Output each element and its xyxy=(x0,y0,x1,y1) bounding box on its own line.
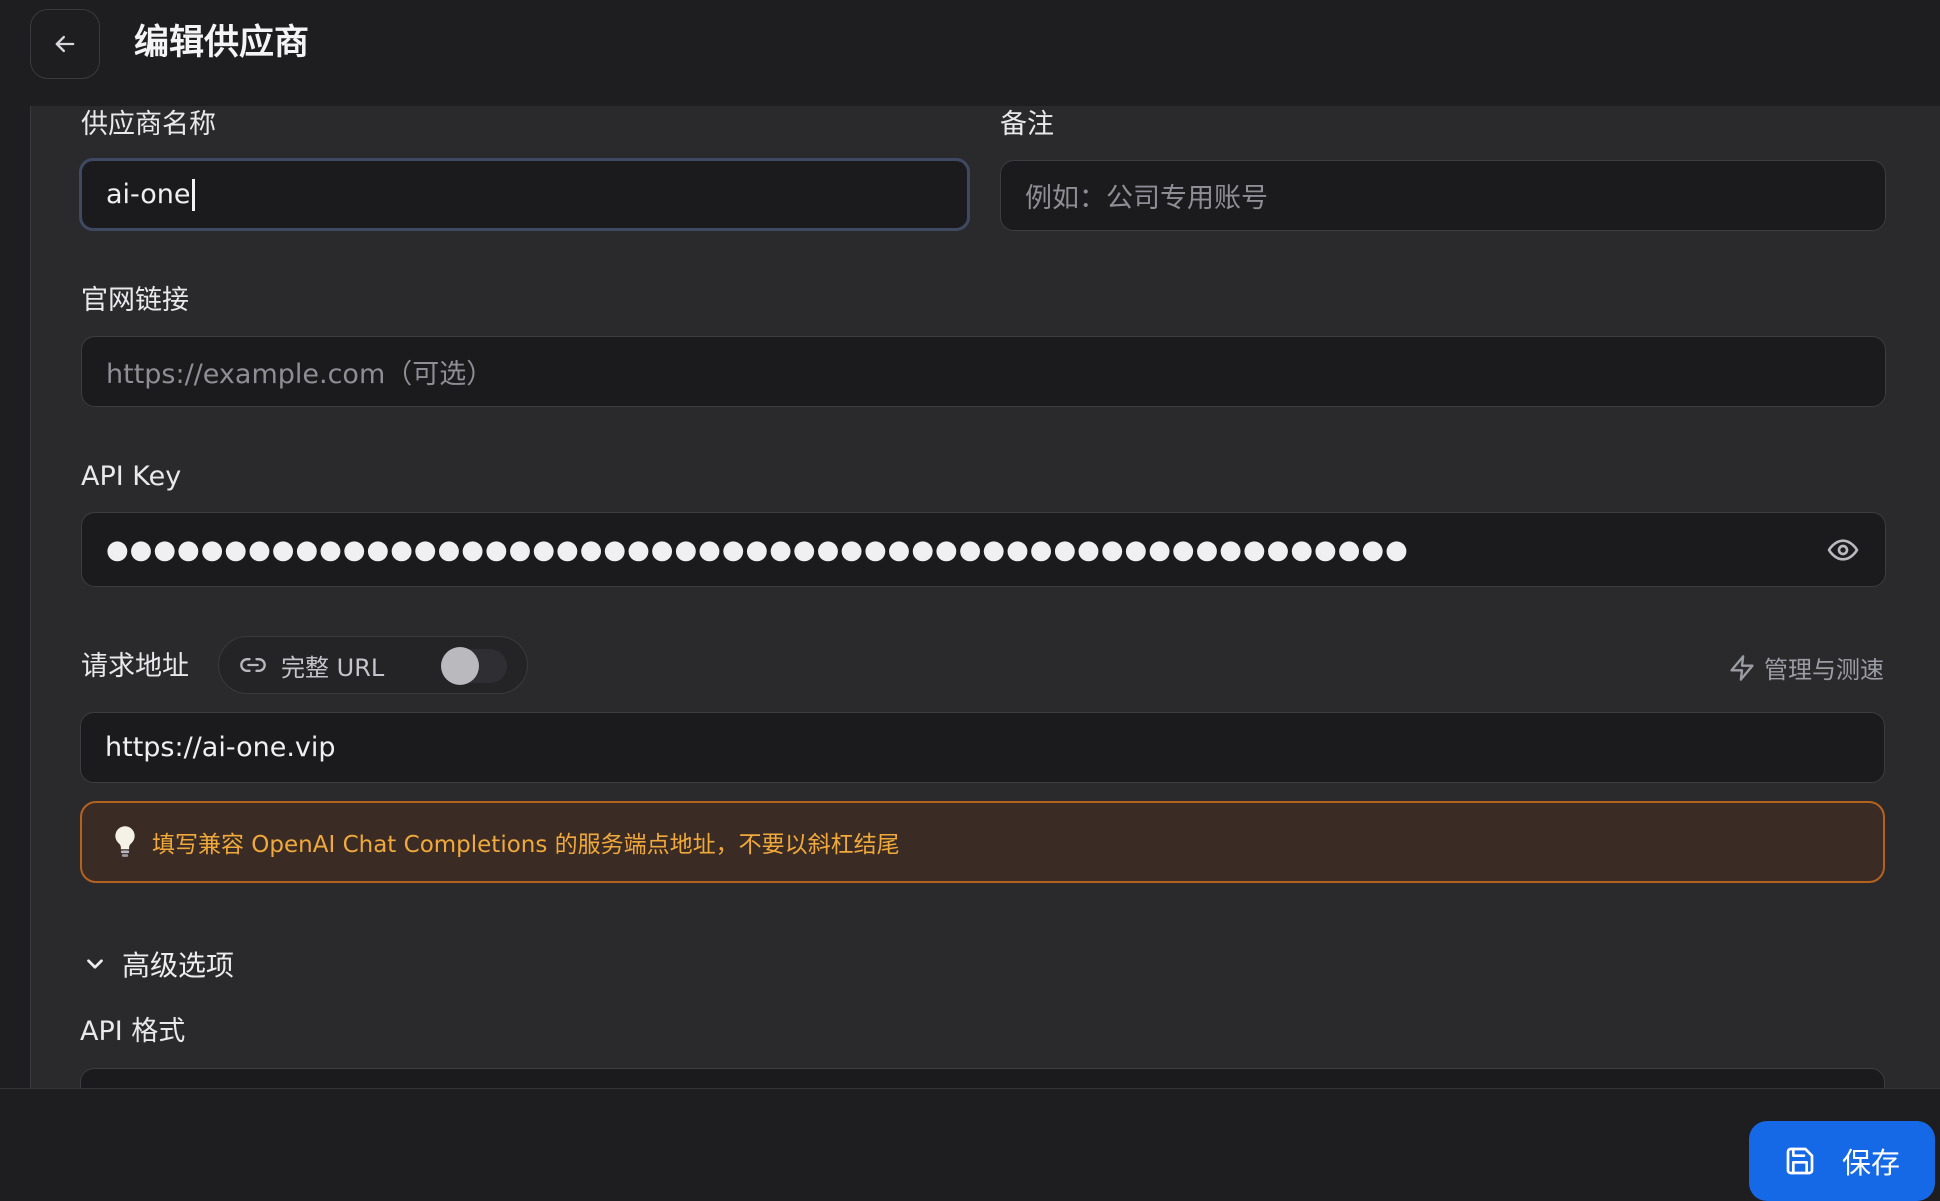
lightning-icon xyxy=(1730,654,1754,681)
advanced-options-toggle[interactable]: 高级选项 xyxy=(82,944,234,984)
footer-bar xyxy=(0,1088,1940,1191)
api-format-select[interactable] xyxy=(80,1068,1885,1088)
full-url-label: 完整 URL xyxy=(281,653,385,682)
manage-speedtest-label: 管理与测速 xyxy=(1764,656,1884,684)
endpoint-hint-text: 填写兼容 OpenAI Chat Completions 的服务端点地址，不要以… xyxy=(152,832,900,858)
note-input[interactable]: 例如：公司专用账号 xyxy=(1000,160,1886,231)
provider-name-value: ai-one xyxy=(106,179,191,210)
chevron-down-icon xyxy=(87,959,103,969)
endpoint-value: https://ai-one.vip xyxy=(105,732,336,763)
full-url-switch[interactable] xyxy=(441,647,507,685)
arrow-left-icon xyxy=(55,35,75,53)
advanced-options-label: 高级选项 xyxy=(122,949,235,982)
save-button[interactable]: 保存 xyxy=(1749,1121,1935,1201)
header-bar: 编辑供应商 xyxy=(0,0,1940,106)
website-placeholder: https://example.com（可选） xyxy=(106,359,494,390)
note-label: 备注 xyxy=(1000,109,1054,140)
full-url-toggle-group[interactable]: 完整 URL xyxy=(218,636,528,694)
eye-icon[interactable] xyxy=(1827,534,1859,566)
api-key-input[interactable]: ●●●●●●●●●●●●●●●●●●●●●●●●●●●●●●●●●●●●●●●●… xyxy=(81,512,1886,587)
provider-name-input[interactable]: ai-one xyxy=(79,158,970,231)
endpoint-label: 请求地址 xyxy=(81,651,189,682)
text-caret xyxy=(191,178,195,211)
website-input[interactable]: https://example.com（可选） xyxy=(81,336,1886,407)
back-button[interactable] xyxy=(30,9,100,79)
page-title: 编辑供应商 xyxy=(134,23,310,63)
manage-speedtest-button[interactable]: 管理与测速 xyxy=(1728,650,1884,685)
lightbulb-icon xyxy=(115,826,135,857)
form-panel: 供应商名称 ai-one 备注 例如：公司专用账号 官网链接 https://e… xyxy=(30,106,1940,1088)
save-icon xyxy=(1786,1147,1814,1175)
api-format-label: API 格式 xyxy=(80,1016,186,1047)
provider-name-label: 供应商名称 xyxy=(81,109,216,140)
api-key-masked-value: ●●●●●●●●●●●●●●●●●●●●●●●●●●●●●●●●●●●●●●●●… xyxy=(106,534,1409,565)
note-placeholder: 例如：公司专用账号 xyxy=(1025,183,1268,214)
link-icon xyxy=(240,658,266,672)
api-key-label: API Key xyxy=(81,461,182,492)
endpoint-hint: 填写兼容 OpenAI Chat Completions 的服务端点地址，不要以… xyxy=(80,801,1885,883)
endpoint-input[interactable]: https://ai-one.vip xyxy=(80,712,1885,783)
save-label: 保存 xyxy=(1841,1146,1900,1180)
switch-knob xyxy=(441,647,479,685)
website-label: 官网链接 xyxy=(81,285,189,316)
